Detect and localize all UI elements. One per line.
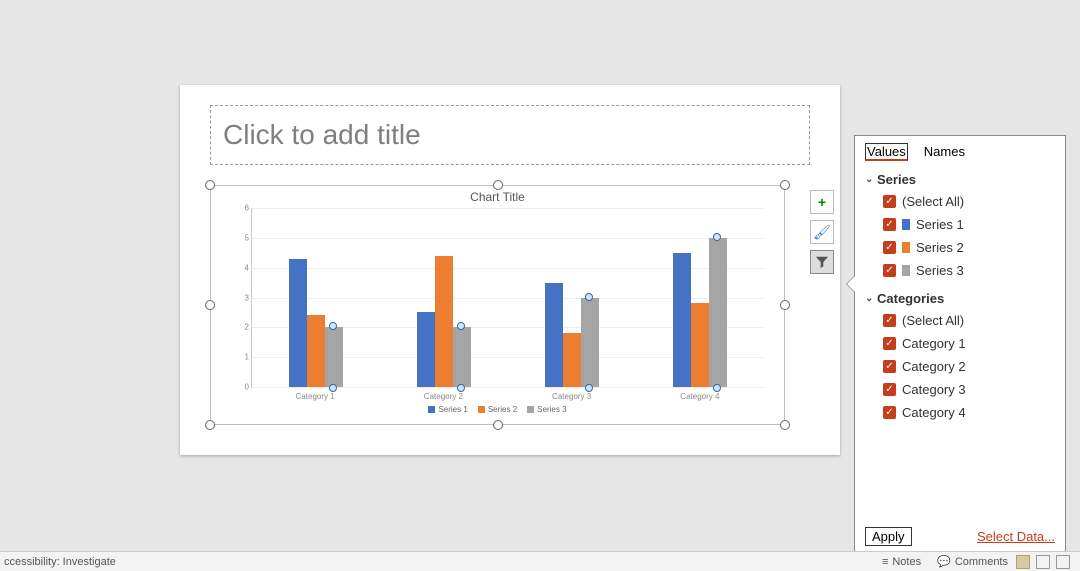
resize-handle[interactable] (493, 420, 503, 430)
series-item[interactable]: ✓ Series 3 (865, 259, 1055, 282)
series-swatch-icon (902, 242, 910, 253)
chart-x-axis: Category 1Category 2Category 3Category 4 (251, 392, 764, 401)
series-select-all[interactable]: ✓ (Select All) (865, 190, 1055, 213)
item-label: Category 2 (902, 359, 966, 374)
chart-filter-panel: Values Names ⌄ Series ✓ (Select All) ✓ S… (854, 135, 1066, 553)
chart-side-buttons: + 🖌 (810, 190, 834, 274)
resize-handle[interactable] (780, 420, 790, 430)
select-data-link[interactable]: Select Data... (977, 529, 1055, 544)
checkbox-checked-icon[interactable]: ✓ (883, 337, 896, 350)
series-section-label: Series (877, 172, 916, 187)
checkbox-checked-icon[interactable]: ✓ (883, 218, 896, 231)
comment-icon: 💬 (937, 555, 951, 568)
checkbox-checked-icon[interactable]: ✓ (883, 241, 896, 254)
chart-object[interactable]: Chart Title 0123456 Category 1Category 2… (210, 185, 785, 425)
checkbox-checked-icon[interactable]: ✓ (883, 406, 896, 419)
tab-names[interactable]: Names (924, 144, 965, 161)
filter-tree: ⌄ Series ✓ (Select All) ✓ Series 1 ✓ Ser… (855, 165, 1065, 521)
slide-editor: Click to add title Chart Title 0123456 C… (0, 0, 1080, 551)
legend-item[interactable]: Series 1 (428, 405, 467, 414)
resize-handle[interactable] (205, 180, 215, 190)
categories-section-header[interactable]: ⌄ Categories (865, 288, 1055, 309)
notes-icon: ≡ (882, 556, 888, 568)
plus-icon: + (818, 194, 826, 210)
legend-item[interactable]: Series 3 (527, 405, 566, 414)
resize-handle[interactable] (493, 180, 503, 190)
chart-elements-button[interactable]: + (810, 190, 834, 214)
notes-button[interactable]: ≡ Notes (874, 552, 929, 571)
comments-button[interactable]: 💬 Comments (929, 552, 1016, 571)
series-item[interactable]: ✓ Series 2 (865, 236, 1055, 259)
item-label: Category 4 (902, 405, 966, 420)
filter-tabs: Values Names (855, 136, 1065, 165)
resize-handle[interactable] (780, 180, 790, 190)
categories-select-all[interactable]: ✓ (Select All) (865, 309, 1055, 332)
category-item[interactable]: ✓ Category 4 (865, 401, 1055, 424)
item-label: (Select All) (902, 194, 964, 209)
resize-handle[interactable] (205, 420, 215, 430)
item-label: Series 1 (916, 217, 964, 232)
funnel-icon (815, 255, 829, 269)
chart-legend[interactable]: Series 1 Series 2 Series 3 (211, 405, 784, 414)
filter-panel-footer: Apply Select Data... (855, 521, 1065, 552)
reading-view-button[interactable] (1056, 555, 1070, 569)
series-section-header[interactable]: ⌄ Series (865, 169, 1055, 190)
chart-styles-button[interactable]: 🖌 (810, 220, 834, 244)
series-item[interactable]: ✓ Series 1 (865, 213, 1055, 236)
tab-values[interactable]: Values (865, 143, 908, 161)
item-label: Series 2 (916, 240, 964, 255)
checkbox-checked-icon[interactable]: ✓ (883, 195, 896, 208)
chart-plot-area[interactable]: 0123456 (251, 208, 764, 388)
title-placeholder[interactable]: Click to add title (210, 105, 810, 165)
checkbox-checked-icon[interactable]: ✓ (883, 314, 896, 327)
accessibility-status[interactable]: ccessibility: Investigate (0, 556, 874, 568)
resize-handle[interactable] (780, 300, 790, 310)
status-bar: ccessibility: Investigate ≡ Notes 💬 Comm… (0, 551, 1080, 571)
comments-label: Comments (955, 556, 1008, 568)
categories-section-label: Categories (877, 291, 944, 306)
item-label: Series 3 (916, 263, 964, 278)
slide[interactable]: Click to add title Chart Title 0123456 C… (180, 85, 840, 455)
chevron-down-icon: ⌄ (865, 293, 877, 304)
legend-item[interactable]: Series 2 (478, 405, 517, 414)
series-swatch-icon (902, 219, 910, 230)
category-item[interactable]: ✓ Category 1 (865, 332, 1055, 355)
slide-sorter-view-button[interactable] (1036, 555, 1050, 569)
checkbox-checked-icon[interactable]: ✓ (883, 360, 896, 373)
notes-label: Notes (892, 556, 921, 568)
category-item[interactable]: ✓ Category 2 (865, 355, 1055, 378)
category-item[interactable]: ✓ Category 3 (865, 378, 1055, 401)
resize-handle[interactable] (205, 300, 215, 310)
brush-icon: 🖌 (813, 224, 831, 241)
item-label: Category 1 (902, 336, 966, 351)
checkbox-checked-icon[interactable]: ✓ (883, 264, 896, 277)
series-swatch-icon (902, 265, 910, 276)
item-label: (Select All) (902, 313, 964, 328)
view-buttons (1016, 555, 1080, 569)
item-label: Category 3 (902, 382, 966, 397)
apply-button[interactable]: Apply (865, 527, 912, 546)
title-placeholder-text: Click to add title (223, 119, 421, 151)
chart-filters-button[interactable] (810, 250, 834, 274)
chevron-down-icon: ⌄ (865, 174, 877, 185)
checkbox-checked-icon[interactable]: ✓ (883, 383, 896, 396)
normal-view-button[interactable] (1016, 555, 1030, 569)
